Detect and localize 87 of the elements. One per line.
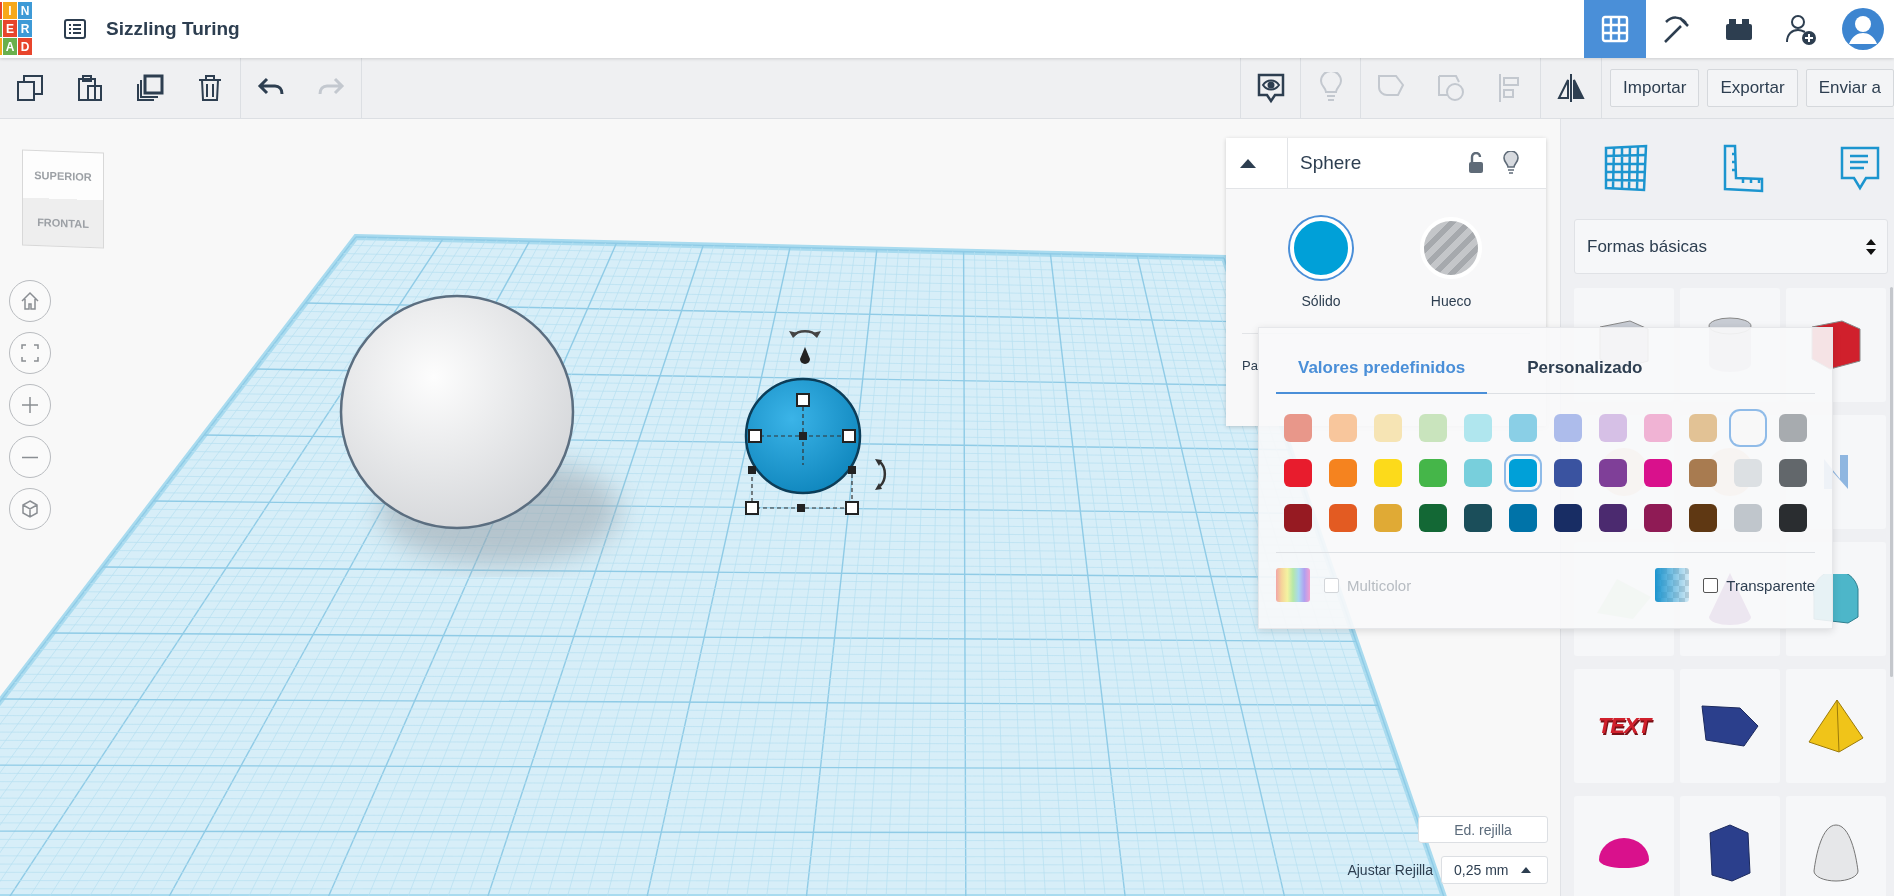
color-swatch[interactable]: [1509, 414, 1537, 442]
selected-sphere-shape[interactable]: [744, 377, 862, 495]
avatar-icon: [1841, 7, 1885, 51]
transparent-checkbox[interactable]: Transparente: [1703, 576, 1815, 594]
color-swatch[interactable]: [1689, 459, 1717, 487]
shape-tile[interactable]: [1786, 796, 1886, 896]
zoom-in-icon: [19, 394, 41, 416]
home-icon: [19, 290, 41, 312]
color-swatch[interactable]: [1779, 459, 1807, 487]
light-bulb-icon[interactable]: [1502, 151, 1520, 175]
delete-icon: [196, 74, 224, 102]
copy-icon: [16, 74, 44, 102]
color-swatch[interactable]: [1689, 504, 1717, 532]
perspective-button[interactable]: [9, 488, 51, 530]
fit-button[interactable]: [9, 332, 51, 374]
paste-icon: [76, 74, 104, 102]
menu-icon[interactable]: [64, 19, 86, 39]
collapse-caret-icon[interactable]: [1239, 157, 1257, 169]
selection-handles-drawing[interactable]: [745, 393, 859, 515]
mirror-icon: [1556, 72, 1587, 104]
color-swatch[interactable]: [1284, 414, 1312, 442]
notes-icon: [1255, 72, 1286, 104]
ungroup-icon: [1436, 72, 1467, 104]
color-swatch[interactable]: [1779, 414, 1807, 442]
color-swatch[interactable]: [1734, 504, 1762, 532]
color-swatch[interactable]: [1284, 504, 1312, 532]
avatar-button[interactable]: [1832, 0, 1894, 58]
color-swatch[interactable]: [1329, 504, 1357, 532]
shape-tile[interactable]: [1680, 796, 1780, 896]
parameter-label: Pa: [1242, 358, 1258, 373]
grid-icon: [1601, 15, 1629, 43]
tab[interactable]: Personalizado: [1505, 346, 1665, 394]
transparency-icon: [1655, 568, 1690, 602]
fit-icon: [19, 342, 41, 364]
shape-tile[interactable]: [1786, 669, 1886, 783]
color-swatch[interactable]: [1419, 459, 1447, 487]
color-swatch[interactable]: [1509, 504, 1537, 532]
project-title[interactable]: Sizzling Turing: [106, 18, 240, 40]
add-user-icon: [1784, 12, 1818, 46]
height-handle-icon[interactable]: [800, 347, 810, 364]
logo[interactable]: I N E R A D: [0, 2, 44, 56]
color-swatch[interactable]: [1464, 459, 1492, 487]
action-button[interactable]: Enviar a: [1805, 69, 1894, 107]
color-swatch[interactable]: [1329, 414, 1357, 442]
shape-tile[interactable]: TEXT: [1574, 669, 1674, 783]
color-swatch[interactable]: [1644, 504, 1672, 532]
multicolor-icon: [1276, 568, 1310, 602]
brick-icon: [1724, 17, 1754, 41]
color-swatch[interactable]: [1644, 414, 1672, 442]
color-swatch[interactable]: [1779, 504, 1807, 532]
action-button[interactable]: Exportar: [1707, 69, 1798, 107]
rotate-arrow-icon[interactable]: [789, 329, 821, 338]
zoom-in-button[interactable]: [9, 384, 51, 426]
sphere-shape[interactable]: [339, 294, 575, 530]
color-swatch[interactable]: [1419, 504, 1447, 532]
color-swatch[interactable]: [1554, 459, 1582, 487]
color-swatch[interactable]: [1599, 414, 1627, 442]
color-swatch[interactable]: [1374, 414, 1402, 442]
color-swatch[interactable]: [1419, 414, 1447, 442]
shape-category-dropdown[interactable]: Formas básicas: [1574, 219, 1888, 274]
home-button[interactable]: [9, 280, 51, 322]
duplicate-icon: [136, 74, 164, 102]
snap-grid-dropdown[interactable]: 0,25 mm: [1441, 856, 1548, 884]
rotate-arrow-icon[interactable]: [875, 459, 887, 490]
color-swatch[interactable]: [1599, 459, 1627, 487]
zoom-out-icon: [19, 455, 41, 459]
color-swatch[interactable]: [1329, 459, 1357, 487]
color-swatch[interactable]: [1464, 414, 1492, 442]
snap-grid-label: Ajustar Rejilla: [1347, 862, 1433, 878]
color-swatch[interactable]: [1374, 459, 1402, 487]
perspective-icon: [19, 498, 41, 520]
color-swatch[interactable]: [1734, 459, 1762, 487]
color-swatch[interactable]: [1689, 414, 1717, 442]
color-swatch[interactable]: [1374, 504, 1402, 532]
caret-icon: [1521, 867, 1531, 873]
edit-grid-button[interactable]: Ed. rejilla: [1418, 816, 1548, 843]
color-swatch[interactable]: [1554, 414, 1582, 442]
color-swatch[interactable]: [1554, 504, 1582, 532]
color-swatch[interactable]: [1644, 459, 1672, 487]
color-swatch[interactable]: [1464, 504, 1492, 532]
lock-icon[interactable]: [1468, 152, 1484, 174]
shape-tile[interactable]: [1574, 796, 1674, 896]
pickaxe-view-button[interactable]: [1646, 0, 1708, 58]
color-swatch[interactable]: [1284, 459, 1312, 487]
shape-tile[interactable]: [1680, 669, 1780, 783]
action-button[interactable]: Importar: [1610, 69, 1700, 107]
color-swatch[interactable]: [1599, 504, 1627, 532]
